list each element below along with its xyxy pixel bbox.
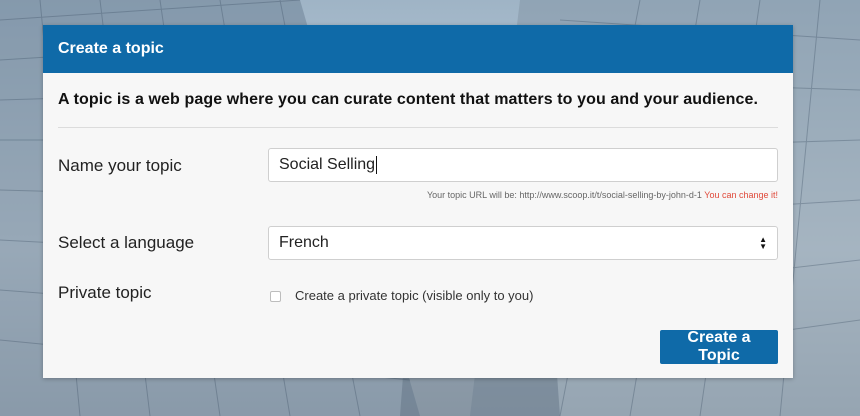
dialog-body: A topic is a web page where you can cura… — [43, 91, 793, 330]
create-topic-button[interactable]: Create a Topic — [660, 329, 778, 364]
private-topic-label: Private topic — [58, 283, 152, 302]
private-topic-checkbox[interactable] — [270, 291, 281, 302]
text-caret — [376, 156, 378, 174]
language-select[interactable]: French ▲ ▼ — [268, 226, 778, 260]
topic-name-row: Name your topic Social Selling Your topi… — [58, 128, 778, 224]
language-selected-value: French — [279, 234, 329, 251]
change-url-link[interactable]: You can change it! — [704, 190, 778, 200]
create-topic-dialog: Create a topic A topic is a web page whe… — [43, 25, 793, 378]
language-label: Select a language — [58, 233, 195, 252]
language-row: Select a language French ▲ ▼ — [58, 224, 778, 280]
private-topic-checkbox-label[interactable]: Create a private topic (visible only to … — [295, 288, 533, 303]
private-row: Private topic Create a private topic (vi… — [58, 280, 778, 330]
dialog-title: Create a topic — [58, 40, 164, 57]
sort-arrows-icon: ▲ ▼ — [759, 235, 767, 251]
topic-name-value: Social Selling — [279, 156, 376, 173]
topic-url-hint: Your topic URL will be: http://www.scoop… — [427, 190, 778, 200]
dialog-header: Create a topic — [43, 25, 793, 73]
intro-text: A topic is a web page where you can cura… — [58, 91, 759, 108]
topic-name-label: Name your topic — [58, 156, 182, 175]
topic-url-text: Your topic URL will be: http://www.scoop… — [426, 190, 702, 200]
topic-name-input[interactable]: Social Selling — [268, 148, 778, 182]
